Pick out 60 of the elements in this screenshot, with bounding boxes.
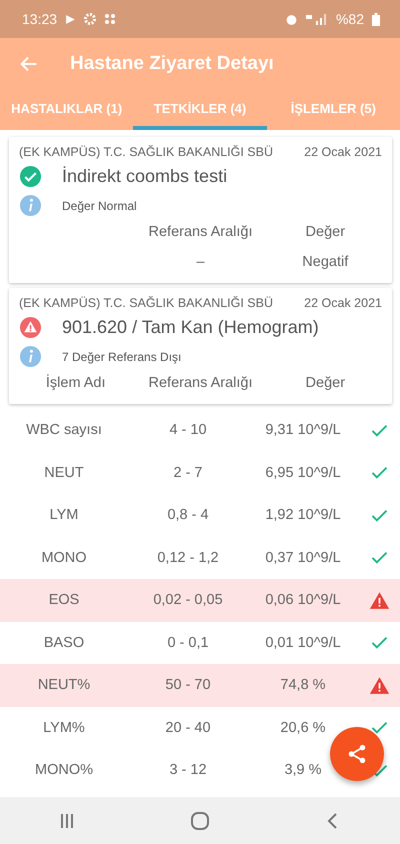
column-header: Değer [304, 374, 346, 393]
reference-range: 0 - 0,1 [166, 634, 210, 651]
result-value: 0,06 10^9/L [264, 592, 342, 608]
info-text: 7 Değer Referans Dışı [62, 350, 182, 364]
reference-range: 0,02 - 0,05 [152, 592, 224, 608]
column-header: Referans Aralığı [148, 374, 254, 393]
share-icon [346, 743, 368, 765]
test-name: MONO% [34, 762, 94, 778]
test-title: İndirekt coombs testi [62, 166, 228, 187]
tab[interactable]: HASTALIKLAR (1) [0, 90, 134, 130]
column-header: Referans Aralığı [148, 223, 254, 242]
signal-icon [306, 13, 328, 25]
battery-percent: %82 [336, 11, 364, 27]
reference-range: 3 - 12 [168, 762, 208, 778]
result-value: 0,37 10^9/L [264, 550, 342, 566]
reference-range: 2 - 7 [172, 464, 204, 481]
result-value: 9,31 10^9/L [264, 422, 342, 438]
reference-range: 50 - 70 [164, 677, 212, 694]
result-value: 74,8 % [279, 677, 327, 694]
status-time: 13:23 [22, 11, 58, 27]
test-title: 901.620 / Tam Kan (Hemogram) [62, 317, 319, 338]
play-icon [65, 14, 76, 24]
tab[interactable]: İŞLEMLER (5) [266, 90, 400, 130]
info-icon [19, 194, 42, 217]
tab[interactable]: TETKİKLER (4) [133, 90, 267, 130]
hospital-name: (EK KAMPÜS) T.C. SAĞLIK BAKANLIĞI SBÜ [19, 296, 274, 310]
test-name: NEUT% [36, 677, 92, 694]
table-cell-text: Negatif [301, 253, 350, 272]
result-value: 20,6 % [279, 720, 327, 736]
reference-range: 20 - 40 [164, 720, 212, 736]
test-name: BASO [42, 634, 86, 651]
test-date: 22 Ocak 2021 [304, 296, 382, 310]
test-name: MONO [40, 550, 88, 566]
share-button[interactable] [330, 727, 384, 781]
test-card[interactable]: (EK KAMPÜS) T.C. SAĞLIK BAKANLIĞI SBÜ 22 Ocak 2021 901.620 / Tam Kan (Hemogram) 7 Değer Referans Dışı İşlem Adı Referans Aralığı Değer [9, 288, 392, 404]
test-name: WBC sayısı [25, 422, 103, 438]
gear-icon [84, 13, 96, 25]
result-value: 6,95 10^9/L [264, 464, 342, 481]
dots-icon [104, 13, 116, 25]
reference-range: 4 - 10 [168, 422, 208, 438]
home-icon[interactable] [190, 810, 210, 830]
test-name: NEUT [43, 464, 85, 481]
battery-icon [372, 12, 380, 26]
column-header: İşlem Adı [44, 373, 107, 393]
reference-range: 0,12 - 1,2 [156, 550, 220, 566]
hospital-name: (EK KAMPÜS) T.C. SAĞLIK BAKANLIĞI SBÜ [19, 145, 274, 159]
test-card[interactable]: (EK KAMPÜS) T.C. SAĞLIK BAKANLIĞI SBÜ 22 Ocak 2021 İndirekt coombs testi Değer Normal Referans Aralığı Değer – Negatif [9, 137, 392, 283]
reference-range: 0,8 - 4 [166, 507, 210, 524]
screen-title: Hastane Ziyaret Detayı [70, 53, 274, 75]
result-value: 3,9 % [283, 762, 323, 778]
table-cell-text: – [195, 253, 206, 272]
column-header: Değer [304, 223, 346, 242]
test-name: LYM% [42, 720, 86, 736]
info-icon [19, 345, 42, 368]
test-name: LYM [48, 507, 80, 524]
test-name: EOS [48, 592, 80, 608]
result-value: 1,92 10^9/L [264, 507, 342, 524]
result-value: 0,01 10^9/L [264, 634, 342, 651]
info-text: Değer Normal [62, 198, 137, 212]
test-date: 22 Ocak 2021 [304, 145, 382, 159]
